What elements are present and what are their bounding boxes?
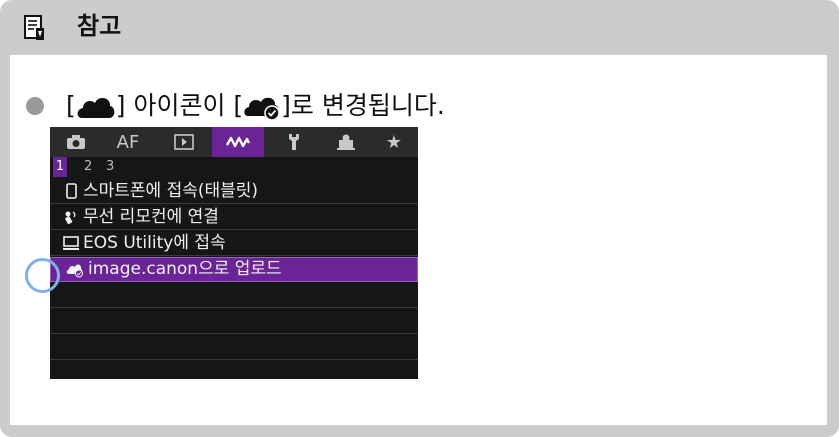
cloud-icon: [77, 97, 115, 118]
menu-item-label: image.canon으로 업로드: [88, 259, 282, 279]
tab-af-label: AF: [116, 131, 140, 153]
note-title: 참고: [77, 12, 122, 40]
tab-wireless[interactable]: [212, 127, 264, 157]
bullet-dot: [26, 97, 44, 115]
tab-camera[interactable]: [58, 127, 94, 157]
note-body: [ ] 아이콘이 [ ]로 변경됩니다. AF ★ 1 2 3 스마트폰에 접속…: [10, 55, 827, 425]
star-icon: ★: [385, 131, 403, 153]
menu-item-label: EOS Utility에 접속: [83, 232, 226, 253]
menu-item-label: 무선 리모컨에 연결: [83, 206, 219, 227]
camera-icon: [67, 135, 85, 149]
wireless-icon: [225, 136, 251, 148]
tab-af[interactable]: AF: [108, 127, 148, 157]
note-box: 참고 [ ] 아이콘이 [ ]로 변경됩니다. AF ★ 1 2 3 스마트폰에…: [0, 0, 839, 437]
menu-item-empty: [50, 361, 418, 379]
tab-playback[interactable]: [164, 127, 204, 157]
cloud-check-icon: [244, 97, 280, 120]
tab-my-menu[interactable]: ★: [376, 127, 412, 157]
bullet-after-text: ]로 변경됩니다.: [281, 91, 445, 120]
menu-item-smartphone[interactable]: 스마트폰에 접속(태블릿): [50, 179, 418, 204]
menu-item-empty: [50, 309, 418, 334]
menu-item-image-canon[interactable]: image.canon으로 업로드: [50, 257, 418, 282]
page-1[interactable]: 1: [53, 157, 67, 177]
computer-icon: [63, 236, 79, 250]
page-2[interactable]: 2: [84, 157, 92, 177]
menu-item-eos-utility[interactable]: EOS Utility에 접속: [50, 231, 418, 256]
note-header: 참고: [0, 0, 839, 55]
menu-item-remote[interactable]: 무선 리모컨에 연결: [50, 205, 418, 230]
tab-bar: AF ★: [50, 127, 418, 157]
highlight-circle: [25, 258, 60, 293]
note-icon: [24, 15, 44, 40]
tab-setup[interactable]: [276, 127, 312, 157]
remote-icon: [65, 211, 76, 225]
bullet-middle-text: ] 아이콘이 [: [115, 91, 244, 120]
camera-menu-screen: AF ★ 1 2 3 스마트폰에 접속(태블릿) 무선 리모컨에 연결 EOS …: [50, 127, 418, 379]
custom-icon: [337, 134, 355, 150]
menu-item-label: 스마트폰에 접속(태블릿): [83, 180, 259, 201]
page-3[interactable]: 3: [106, 157, 114, 177]
cloud-check-icon: [66, 264, 83, 277]
bullet-text: [ ] 아이콘이 [ ]로 변경됩니다.: [66, 90, 445, 122]
menu-item-empty: [50, 283, 418, 308]
smartphone-icon: [66, 183, 77, 199]
menu-item-empty: [50, 335, 418, 360]
bracket-open: [: [66, 91, 76, 120]
tab-custom[interactable]: [326, 127, 366, 157]
wrench-icon: [289, 134, 299, 150]
play-icon: [174, 134, 194, 150]
page-indicator: 1 2 3: [50, 157, 418, 177]
